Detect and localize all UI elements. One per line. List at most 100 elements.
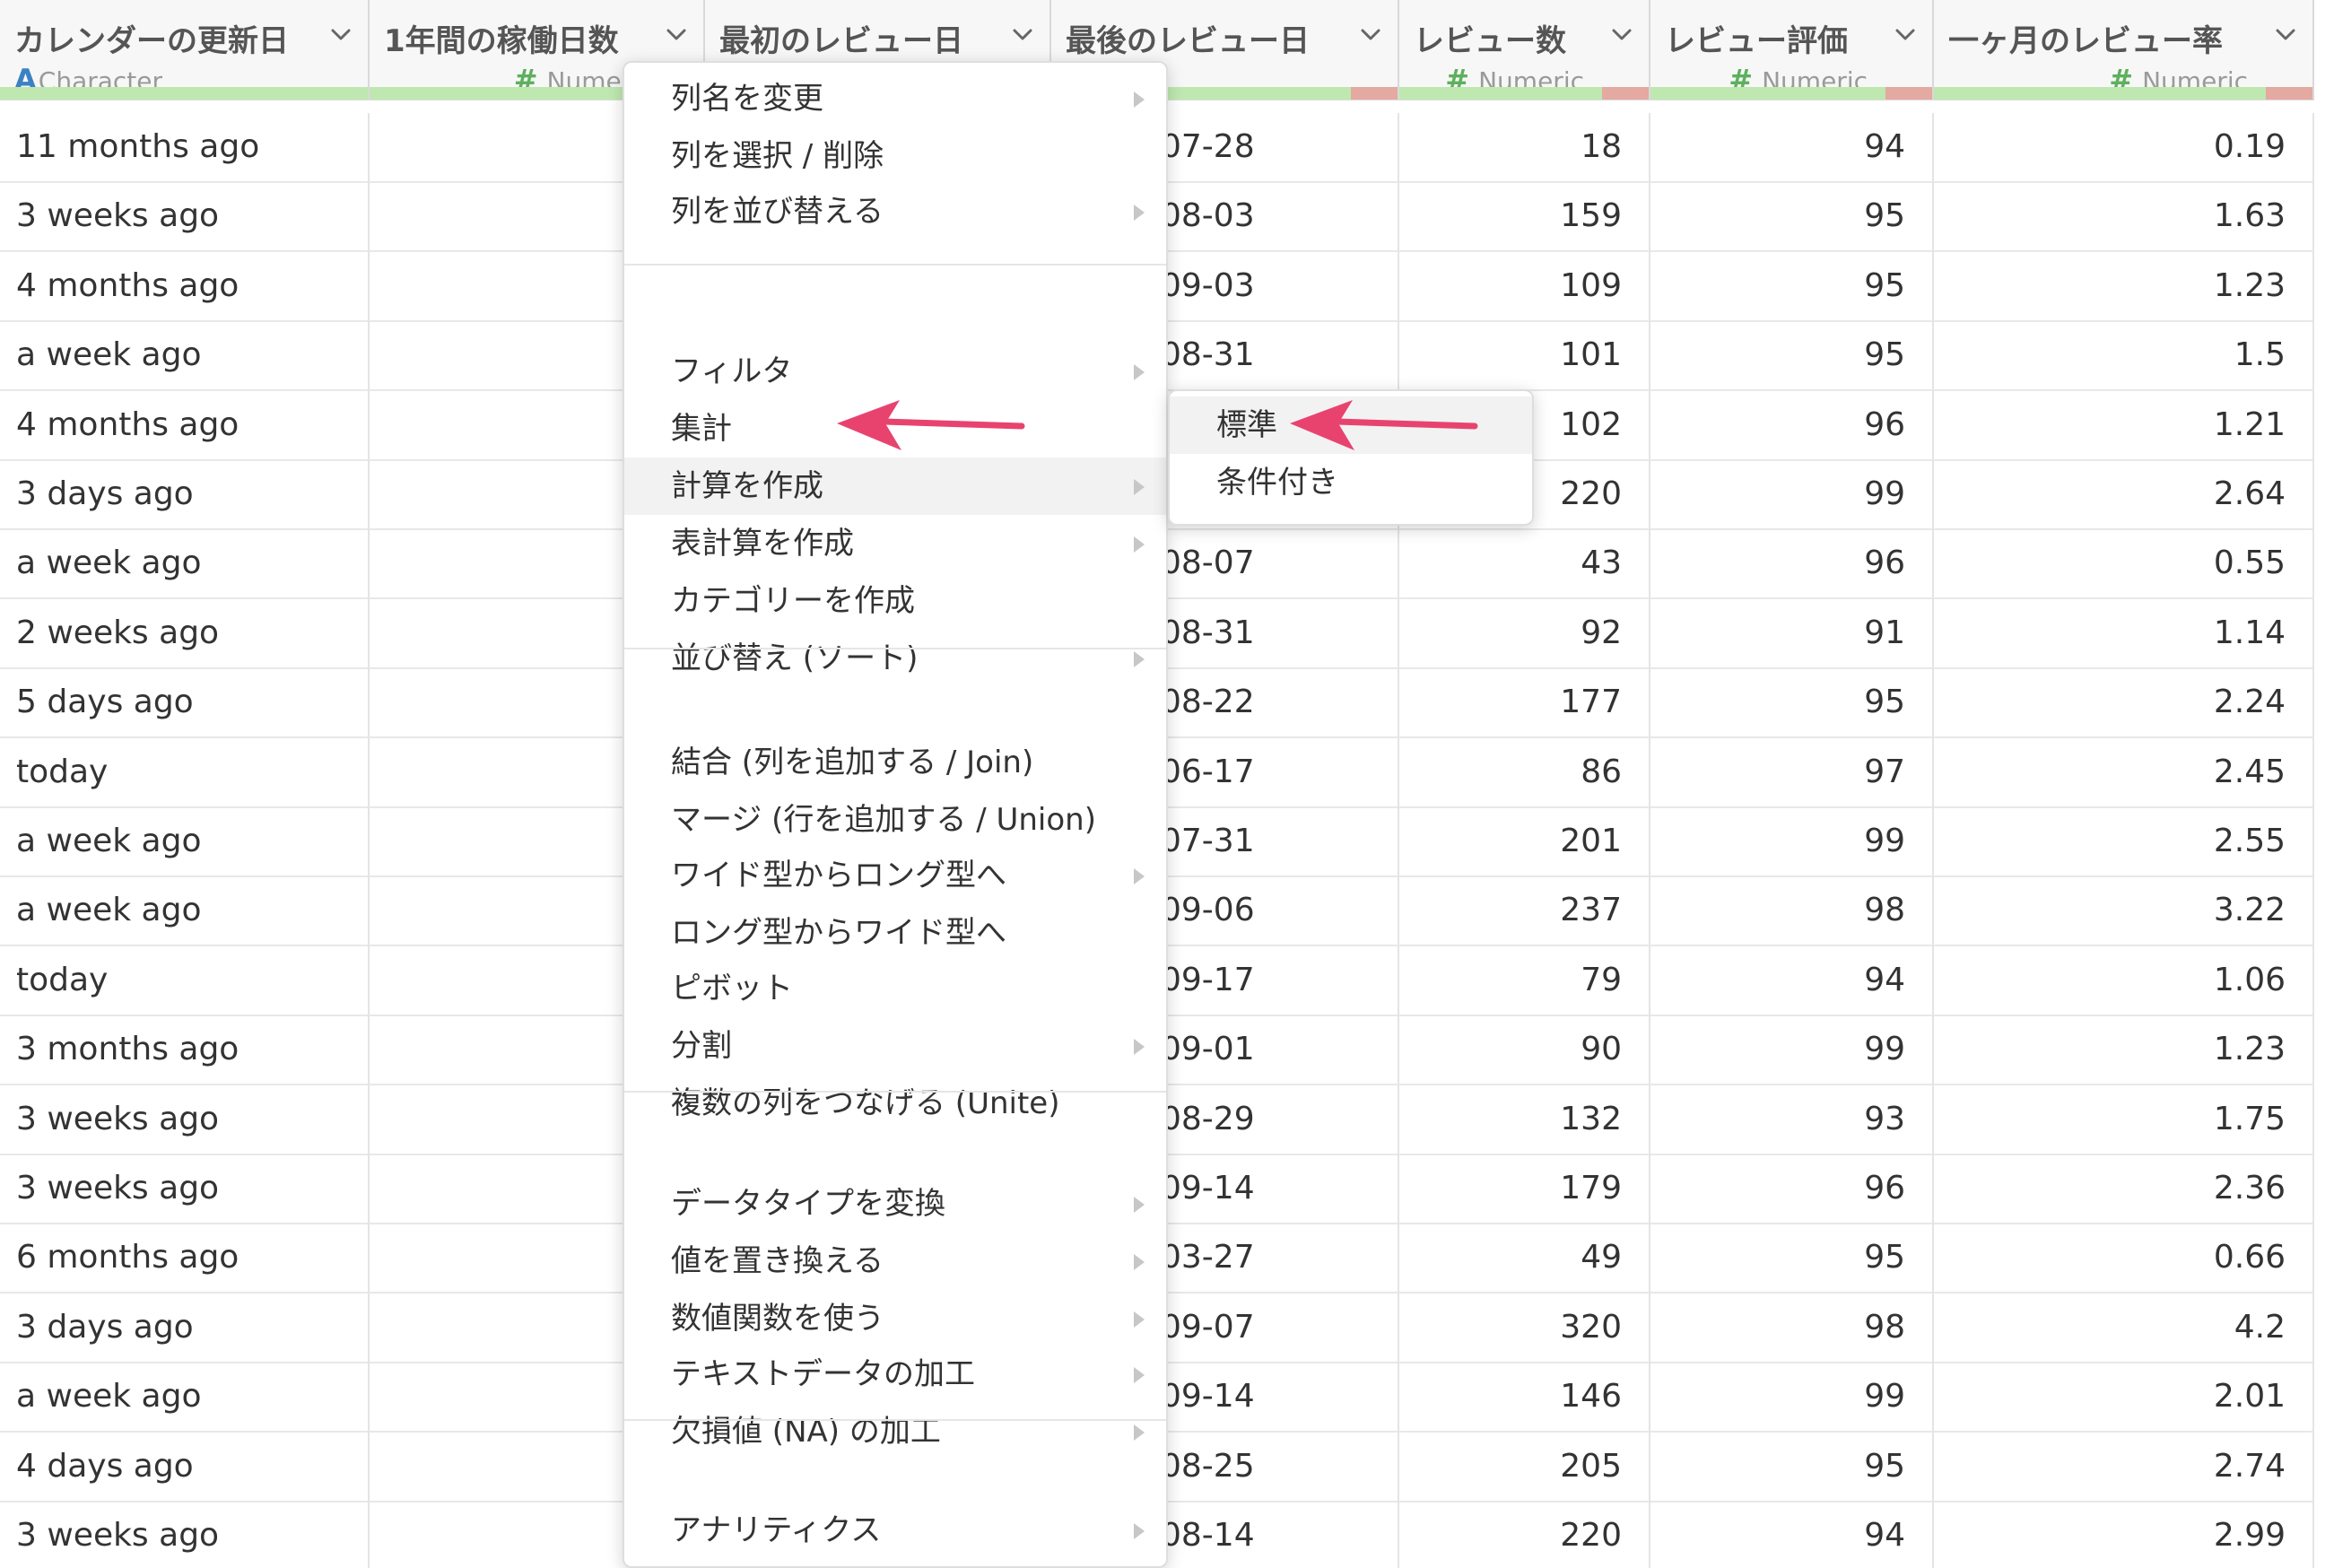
table-cell[interactable]: 99 <box>1650 807 1934 877</box>
menu-item[interactable]: 列を並び替える <box>624 183 1166 240</box>
table-cell[interactable]: 1.63 <box>1934 182 2314 253</box>
table-cell[interactable]: 98 <box>1650 876 1934 947</box>
table-cell[interactable]: 237 <box>1399 876 1650 947</box>
table-cell[interactable]: 177 <box>1399 668 1650 739</box>
chevron-down-icon[interactable] <box>1893 22 1918 47</box>
table-cell[interactable]: 2.01 <box>1934 1363 2314 1433</box>
menu-item[interactable]: ピボット <box>624 960 1166 1017</box>
table-cell[interactable]: 95 <box>1650 1224 1934 1294</box>
table-cell[interactable]: 320 <box>1399 1293 1650 1363</box>
table-cell[interactable]: 95 <box>1650 1432 1934 1503</box>
table-cell[interactable]: 93 <box>1650 1085 1934 1155</box>
chevron-down-icon[interactable] <box>328 22 353 47</box>
table-cell[interactable]: 94 <box>1650 1502 1934 1568</box>
table-cell[interactable]: 18 <box>1399 113 1650 183</box>
table-cell[interactable]: 1.75 <box>1934 1085 2314 1155</box>
table-cell[interactable]: a week ago <box>0 876 370 947</box>
table-cell[interactable]: 179 <box>1399 1154 1650 1224</box>
table-cell[interactable]: 96 <box>1650 1154 1934 1224</box>
menu-item[interactable]: 結合 (列を追加する / Join) <box>624 734 1166 791</box>
table-cell[interactable]: 205 <box>1399 1432 1650 1503</box>
menu-item[interactable]: テキストデータの加工 <box>624 1346 1166 1403</box>
table-cell[interactable]: a week ago <box>0 529 370 600</box>
menu-item[interactable]: 列を選択 / 削除 <box>624 127 1166 185</box>
table-cell[interactable]: 99 <box>1650 460 1934 530</box>
table-cell[interactable]: 11 months ago <box>0 113 370 183</box>
table-cell[interactable]: 97 <box>1650 737 1934 808</box>
column-header-1[interactable]: カレンダーの更新日 ACharacter <box>0 0 370 100</box>
table-cell[interactable]: 3 days ago <box>0 460 370 530</box>
table-cell[interactable]: 4.2 <box>1934 1293 2314 1363</box>
table-cell[interactable]: 1.21 <box>1934 390 2314 461</box>
menu-item[interactable]: 列名を変更 <box>624 70 1166 127</box>
table-cell[interactable]: 2.64 <box>1934 460 2314 530</box>
table-cell[interactable]: 98 <box>1650 1293 1934 1363</box>
table-cell[interactable]: 79 <box>1399 945 1650 1016</box>
table-cell[interactable]: 2.99 <box>1934 1502 2314 1568</box>
chevron-down-icon[interactable] <box>2273 22 2298 47</box>
menu-item[interactable]: 複数の列をつなげる (Unite) <box>624 1075 1166 1132</box>
table-cell[interactable]: 3 days ago <box>0 1293 370 1363</box>
table-cell[interactable]: a week ago <box>0 1363 370 1433</box>
chevron-down-icon[interactable] <box>1010 22 1035 47</box>
table-cell[interactable]: 95 <box>1650 251 1934 322</box>
table-cell[interactable]: 4 months ago <box>0 251 370 322</box>
table-cell[interactable]: today <box>0 737 370 808</box>
table-cell[interactable]: 3 months ago <box>0 1015 370 1086</box>
menu-item[interactable]: 欠損値 (NA) の加工 <box>624 1403 1166 1460</box>
chevron-down-icon[interactable] <box>664 22 689 47</box>
menu-item[interactable]: 並び替え (ソート) <box>624 630 1166 687</box>
table-cell[interactable]: 43 <box>1399 529 1650 600</box>
menu-item[interactable]: 表計算を作成 <box>624 515 1166 572</box>
table-cell[interactable]: 159 <box>1399 182 1650 253</box>
menu-item[interactable]: アナリティクス <box>624 1502 1166 1559</box>
table-cell[interactable]: 1.5 <box>1934 321 2314 392</box>
table-cell[interactable]: 2.36 <box>1934 1154 2314 1224</box>
table-cell[interactable]: 91 <box>1650 598 1934 669</box>
table-cell[interactable]: 99 <box>1650 1363 1934 1433</box>
table-cell[interactable]: 95 <box>1650 321 1934 392</box>
table-cell[interactable]: 90 <box>1399 1015 1650 1086</box>
menu-item[interactable]: データタイプを変換 <box>624 1175 1166 1233</box>
menu-item[interactable]: ロング型からワイド型へ <box>624 904 1166 962</box>
table-cell[interactable]: today <box>0 945 370 1016</box>
table-cell[interactable]: 2.24 <box>1934 668 2314 739</box>
menu-item[interactable]: 分割 <box>624 1017 1166 1075</box>
column-header-7[interactable]: 一ヶ月のレビュー率 # Numeric <box>1934 0 2314 100</box>
table-cell[interactable]: 95 <box>1650 182 1934 253</box>
table-cell[interactable]: 94 <box>1650 113 1934 183</box>
table-cell[interactable]: 2.74 <box>1934 1432 2314 1503</box>
table-cell[interactable]: 220 <box>1399 1502 1650 1568</box>
table-cell[interactable]: 2 weeks ago <box>0 598 370 669</box>
table-cell[interactable]: 6 months ago <box>0 1224 370 1294</box>
table-cell[interactable]: 4 months ago <box>0 390 370 461</box>
table-cell[interactable]: 3 weeks ago <box>0 182 370 253</box>
table-cell[interactable]: 3 weeks ago <box>0 1502 370 1568</box>
chevron-down-icon[interactable] <box>1358 22 1383 47</box>
menu-item[interactable]: マージ (行を追加する / Union) <box>624 791 1166 849</box>
table-cell[interactable]: 2.45 <box>1934 737 2314 808</box>
menu-item[interactable]: 計算を作成 <box>624 457 1166 515</box>
table-cell[interactable]: 0.55 <box>1934 529 2314 600</box>
table-cell[interactable]: 99 <box>1650 1015 1934 1086</box>
menu-item[interactable]: 値を置き換える <box>624 1233 1166 1290</box>
table-cell[interactable]: 109 <box>1399 251 1650 322</box>
table-cell[interactable]: 132 <box>1399 1085 1650 1155</box>
table-cell[interactable]: 2.55 <box>1934 807 2314 877</box>
table-cell[interactable]: 92 <box>1399 598 1650 669</box>
table-cell[interactable]: 146 <box>1399 1363 1650 1433</box>
table-cell[interactable]: 5 days ago <box>0 668 370 739</box>
table-cell[interactable]: 49 <box>1399 1224 1650 1294</box>
table-cell[interactable]: 1.14 <box>1934 598 2314 669</box>
table-cell[interactable]: a week ago <box>0 321 370 392</box>
menu-item[interactable]: ワイド型からロング型へ <box>624 847 1166 904</box>
table-cell[interactable]: 96 <box>1650 529 1934 600</box>
table-cell[interactable]: 3 weeks ago <box>0 1085 370 1155</box>
column-header-5[interactable]: レビュー数 # Numeric <box>1399 0 1650 100</box>
table-cell[interactable]: 86 <box>1399 737 1650 808</box>
table-cell[interactable]: 94 <box>1650 945 1934 1016</box>
table-cell[interactable]: 1.23 <box>1934 1015 2314 1086</box>
table-cell[interactable]: 95 <box>1650 668 1934 739</box>
table-cell[interactable]: 0.66 <box>1934 1224 2314 1294</box>
table-cell[interactable]: 101 <box>1399 321 1650 392</box>
